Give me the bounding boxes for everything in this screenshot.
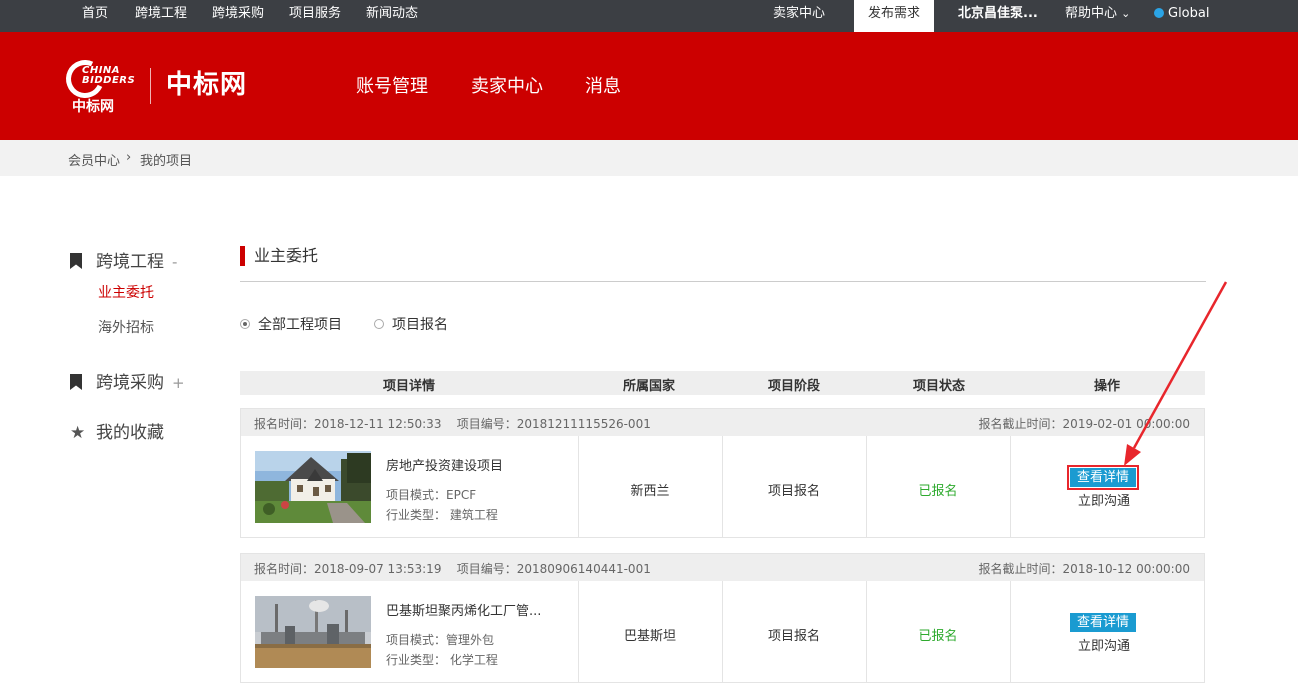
sidebar-group-label: 跨境工程 [96, 252, 164, 272]
column-header-stage: 项目阶段 [767, 379, 821, 394]
column-divider [578, 436, 579, 537]
top-nav-project-services[interactable]: 项目服务 [289, 0, 341, 32]
logo-chinese-text: 中标网 [72, 99, 114, 115]
signup-time: 报名时间：2018-09-07 13:53:19 [254, 562, 442, 576]
breadcrumb-separator: › [126, 150, 132, 165]
sidebar-group-label: 跨境采购 [96, 373, 164, 393]
project-industry: 行业类型： 建筑工程 [386, 508, 498, 522]
project-stage: 项目报名 [767, 629, 821, 644]
filter-label: 全部工程项目 [258, 317, 342, 333]
column-divider [866, 436, 867, 537]
top-nav-cross-border-engineering[interactable]: 跨境工程 [135, 0, 187, 32]
chevron-down-icon: ⌄ [1121, 7, 1131, 20]
sidebar-item-overseas-tender[interactable]: 海外招标 [98, 317, 154, 337]
sidebar-group-label: 我的收藏 [96, 423, 164, 443]
star-icon: ★ [70, 423, 86, 443]
table-row: 报名时间：2018-09-07 13:53:19 项目编号：2018090614… [240, 553, 1205, 683]
top-nav-help-center[interactable]: 帮助中心 ⌄ [1065, 0, 1130, 32]
project-number: 项目编号：20180906140441-001 [456, 562, 651, 576]
column-divider [1010, 581, 1011, 682]
project-number: 项目编号：20181211115526-001 [456, 417, 651, 431]
filter-project-signup-radio[interactable]: 项目报名 [374, 314, 448, 334]
signup-deadline: 报名截止时间：2019-02-01 00:00:00 [978, 417, 1190, 431]
chat-now-button[interactable]: 立即沟通 [1078, 635, 1130, 654]
radio-unselected-icon [374, 319, 384, 329]
column-header-country: 所属国家 [622, 379, 676, 394]
radio-selected-icon [240, 319, 250, 329]
filter-all-projects-radio[interactable]: 全部工程项目 [240, 314, 342, 334]
project-thumbnail-factory[interactable] [255, 596, 371, 668]
top-nav-seller-center[interactable]: 卖家中心 [773, 0, 825, 32]
column-header-actions: 操作 [1093, 379, 1121, 394]
breadcrumb: 会员中心 › 我的项目 [0, 140, 1298, 176]
breadcrumb-my-projects: 我的项目 [140, 154, 193, 169]
help-center-label: 帮助中心 [1065, 6, 1118, 21]
project-mode: 项目模式：EPCF [386, 488, 477, 502]
column-divider [866, 581, 867, 682]
logo-divider [150, 68, 151, 104]
project-thumbnail-house[interactable] [255, 451, 371, 523]
globe-icon [1154, 8, 1164, 18]
project-mode: 项目模式：管理外包 [386, 633, 495, 647]
top-nav-home[interactable]: 首页 [82, 0, 108, 32]
row-meta-bar: 报名时间：2018-12-11 12:50:33 项目编号：2018121111… [241, 409, 1204, 436]
project-name[interactable]: 房地产投资建设项目 [386, 455, 503, 474]
site-header: CHINA BIDDERS 中标网 中标网 账号管理 卖家中心 消息 [0, 32, 1298, 140]
section-divider [240, 281, 1206, 282]
signup-time: 报名时间：2018-12-11 12:50:33 [254, 417, 442, 431]
header-nav-messages[interactable]: 消息 [585, 72, 621, 98]
bookmark-icon [70, 253, 82, 269]
sidebar-group-cross-border-engineering[interactable]: 跨境工程 - [70, 247, 177, 272]
project-industry: 行业类型： 化学工程 [386, 653, 498, 667]
collapse-icon[interactable]: - [172, 253, 177, 271]
bookmark-icon [70, 374, 82, 390]
top-nav-company-account[interactable]: 北京昌佳泵... [958, 0, 1038, 32]
row-meta-left: 报名时间：2018-12-11 12:50:33 项目编号：2018121111… [254, 415, 651, 432]
section-title: 业主委托 [240, 246, 318, 266]
top-nav-news[interactable]: 新闻动态 [366, 0, 418, 32]
site-name: 中标网 [166, 70, 248, 100]
column-divider [722, 581, 723, 682]
top-nav-cross-border-procurement[interactable]: 跨境采购 [212, 0, 264, 32]
column-divider [1010, 436, 1011, 537]
column-divider [578, 581, 579, 682]
project-name[interactable]: 巴基斯坦聚丙烯化工厂管... [386, 600, 541, 619]
header-nav-seller-center[interactable]: 卖家中心 [471, 72, 543, 98]
view-details-button[interactable]: 查看详情 [1066, 465, 1140, 490]
expand-icon[interactable]: + [172, 374, 185, 392]
project-status: 已报名 [918, 484, 958, 499]
signup-deadline: 报名截止时间：2018-10-12 00:00:00 [978, 562, 1190, 576]
view-details-button[interactable]: 查看详情 [1070, 613, 1137, 632]
column-header-project-details: 项目详情 [382, 379, 436, 394]
header-nav-account-management[interactable]: 账号管理 [356, 72, 428, 98]
table-header: 项目详情 所属国家 项目阶段 项目状态 操作 [240, 371, 1205, 395]
top-nav-bar: 首页 跨境工程 跨境采购 项目服务 新闻动态 卖家中心 发布需求 北京昌佳泵..… [0, 0, 1298, 32]
column-header-status: 项目状态 [912, 379, 966, 394]
china-bidders-logo[interactable]: CHINA BIDDERS 中标网 [60, 54, 136, 115]
top-nav-global[interactable]: Global [1154, 0, 1209, 32]
sidebar-item-owner-entrusted[interactable]: 业主委托 [98, 282, 154, 302]
top-nav-publish-demand[interactable]: 发布需求 [854, 0, 935, 32]
global-label: Global [1168, 6, 1210, 21]
column-divider [722, 436, 723, 537]
filter-label: 项目报名 [392, 317, 448, 333]
row-meta-bar: 报名时间：2018-09-07 13:53:19 项目编号：2018090614… [241, 554, 1204, 581]
project-country: 新西兰 [630, 484, 670, 499]
project-status: 已报名 [918, 629, 958, 644]
chat-now-button[interactable]: 立即沟通 [1078, 490, 1130, 509]
table-row: 报名时间：2018-12-11 12:50:33 项目编号：2018121111… [240, 408, 1205, 538]
breadcrumb-member-center[interactable]: 会员中心 [68, 150, 120, 169]
row-meta-left: 报名时间：2018-09-07 13:53:19 项目编号：2018090614… [254, 560, 651, 577]
logo-english-text: CHINA BIDDERS [82, 65, 136, 86]
sidebar-group-my-favorites[interactable]: ★ 我的收藏 [70, 418, 164, 443]
project-country: 巴基斯坦 [623, 629, 677, 644]
sidebar-group-cross-border-procurement[interactable]: 跨境采购 + [70, 368, 185, 393]
project-stage: 项目报名 [767, 484, 821, 499]
